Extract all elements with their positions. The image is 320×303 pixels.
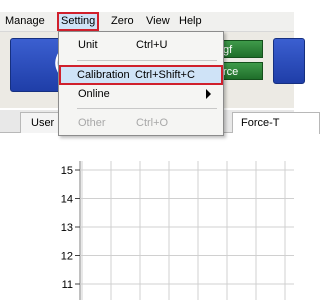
tab-force-time[interactable]: Force-T — [232, 112, 320, 134]
menu-manage[interactable]: Manage — [2, 14, 48, 28]
menu-zero[interactable]: Zero — [108, 14, 137, 28]
menu-help[interactable]: Help — [176, 14, 205, 28]
y-tick-label: 13 — [61, 222, 73, 234]
plot-area: 15 14 13 12 11 — [0, 133, 294, 300]
menu-item-online-label: Online — [78, 88, 110, 100]
menu-setting-label: Setting — [61, 15, 96, 27]
menu-item-unit-shortcut: Ctrl+U — [136, 39, 168, 51]
tab-force-time-label: Force-T — [241, 117, 280, 129]
menu-bar: Manage Setting Zero View Help — [0, 12, 294, 32]
menu-help-label: Help — [179, 15, 202, 27]
menu-item-calibration[interactable]: Calibration Ctrl+Shift+C — [59, 65, 223, 85]
menu-item-calibration-label: Calibration — [77, 69, 130, 81]
menu-view[interactable]: View — [143, 14, 173, 28]
menu-item-unit[interactable]: Unit Ctrl+U — [60, 36, 222, 54]
menu-item-unit-label: Unit — [78, 39, 98, 51]
menu-manage-label: Manage — [5, 15, 45, 27]
y-tick-label: 12 — [61, 251, 73, 263]
unit-gf-label: gf — [223, 44, 233, 56]
setting-dropdown-menu: Unit Ctrl+U Calibration Ctrl+Shift+C Onl… — [58, 31, 224, 136]
menu-zero-label: Zero — [111, 15, 134, 27]
y-tick-label: 15 — [61, 165, 73, 177]
menu-separator — [77, 108, 217, 109]
menu-item-other: Other Ctrl+O — [60, 114, 222, 132]
menu-item-other-label: Other — [78, 117, 106, 129]
force-label: rce — [223, 66, 239, 78]
chart: 15 14 13 12 11 — [61, 161, 294, 300]
submenu-arrow-icon — [206, 89, 211, 99]
menu-view-label: View — [146, 15, 170, 27]
menu-item-online[interactable]: Online — [60, 85, 222, 103]
menu-setting[interactable]: Setting — [57, 12, 100, 31]
tab-user-label: User — [31, 117, 55, 129]
y-tick-label: 11 — [62, 279, 73, 291]
menu-item-calibration-shortcut: Ctrl+Shift+C — [135, 69, 195, 81]
right-toolbar-button[interactable] — [273, 38, 305, 84]
y-tick-label: 14 — [61, 194, 73, 206]
menu-separator — [77, 60, 217, 61]
menu-item-other-shortcut: Ctrl+O — [136, 117, 169, 129]
